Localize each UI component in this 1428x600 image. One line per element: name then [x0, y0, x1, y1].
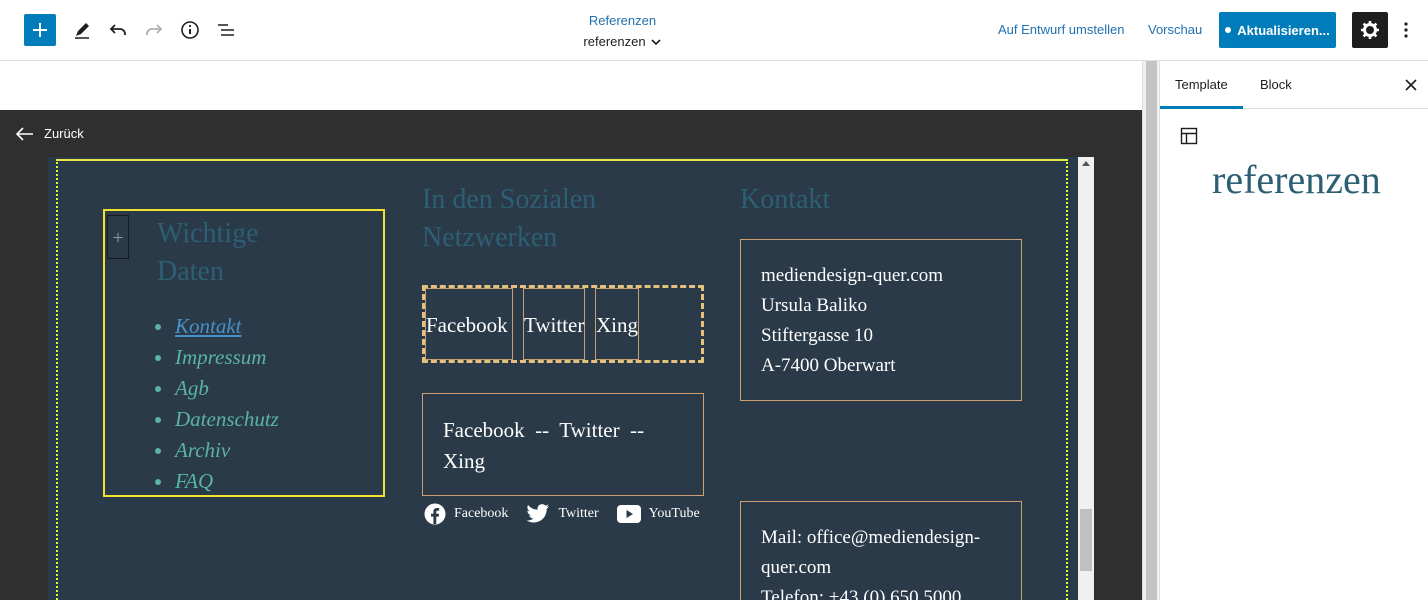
back-label: Zurück — [44, 126, 84, 141]
contact-line: Telefon: +43 (0) 650 5000 — [761, 587, 962, 600]
social-text-block[interactable]: Facebook -- Twitter -- Xing — [422, 393, 704, 496]
heading-line-1: In den Sozialen — [422, 184, 597, 215]
contact-line: quer.com — [761, 557, 832, 578]
heading-line-2: Daten — [157, 256, 224, 287]
frame-scrollbar-thumb[interactable] — [1080, 509, 1092, 571]
list-view-button[interactable] — [210, 14, 242, 46]
canvas-scrollbar[interactable] — [1142, 61, 1159, 600]
social-button-facebook[interactable]: Facebook — [425, 288, 513, 360]
plus-icon — [33, 23, 47, 37]
sidebar-tabs: Template Block — [1160, 61, 1428, 109]
close-icon — [1405, 79, 1417, 91]
canvas-top-area — [0, 61, 1142, 110]
list-view-icon — [218, 24, 234, 36]
gear-icon — [1361, 21, 1379, 39]
nav-item-datenschutz[interactable]: Datenschutz — [155, 404, 279, 435]
template-part-frame[interactable]: + Wichtige Daten Kontakt Impressum Agb D… — [48, 157, 1094, 600]
layout-icon — [1180, 127, 1198, 150]
nav-item-faq[interactable]: FAQ — [155, 466, 279, 497]
preview-button[interactable]: Vorschau — [1148, 22, 1202, 37]
more-options-button[interactable] — [1394, 14, 1418, 46]
social-button-twitter[interactable]: Twitter — [523, 288, 585, 360]
column-important-data[interactable]: + Wichtige Daten Kontakt Impressum Agb D… — [103, 209, 385, 497]
heading-contact[interactable]: Kontakt — [740, 181, 830, 219]
unsaved-dot-icon — [1225, 27, 1232, 33]
heading-line-1: Wichtige — [157, 218, 259, 249]
more-vertical-icon — [1404, 22, 1408, 38]
switch-to-draft-button[interactable]: Auf Entwurf umstellen — [998, 22, 1124, 37]
nav-item-impressum[interactable]: Impressum — [155, 342, 279, 373]
tools-button[interactable] — [66, 14, 98, 46]
scroll-up-arrow-icon[interactable] — [1082, 161, 1090, 166]
back-button[interactable]: Zurück — [16, 126, 84, 141]
template-name: referenzen — [1212, 157, 1381, 202]
close-sidebar-button[interactable] — [1399, 73, 1423, 97]
redo-icon — [146, 24, 163, 35]
frame-scrollbar[interactable] — [1078, 157, 1094, 600]
pencil-icon — [75, 23, 89, 39]
nav-item-archiv[interactable]: Archiv — [155, 435, 279, 466]
settings-sidebar: Template Block referenzen — [1159, 61, 1428, 600]
heading-social-networks[interactable]: In den Sozialen Netzwerken — [422, 181, 596, 257]
arrow-left-icon — [16, 126, 33, 141]
update-button[interactable]: Aktualisieren... — [1219, 12, 1336, 48]
tab-block[interactable]: Block — [1260, 61, 1292, 109]
editor-canvas: Zurück + Wichtige Daten Kontakt Impressu… — [0, 110, 1142, 600]
document-slug-label: referenzen — [583, 34, 646, 49]
social-link-twitter-label: Twitter — [558, 506, 599, 521]
undo-button[interactable] — [102, 14, 134, 46]
facebook-icon — [424, 503, 446, 525]
details-button[interactable] — [174, 14, 206, 46]
address-line: Ursula Baliko — [761, 295, 868, 316]
contact-block[interactable]: Mail: office@mediendesign- quer.com Tele… — [740, 501, 1022, 600]
info-icon — [181, 21, 199, 39]
youtube-icon — [616, 505, 641, 523]
social-text-line-1: Facebook -- Twitter -- — [443, 418, 645, 442]
social-text-line-2: Xing — [443, 449, 485, 473]
address-block[interactable]: mediendesign-quer.com Ursula Baliko Stif… — [740, 239, 1022, 401]
document-slug-dropdown[interactable]: referenzen — [583, 33, 661, 51]
add-block-button[interactable] — [24, 14, 56, 46]
settings-button[interactable] — [1352, 12, 1388, 48]
social-button-xing[interactable]: Xing — [595, 288, 639, 360]
block-inserter[interactable]: + — [107, 215, 129, 259]
redo-button[interactable] — [138, 14, 170, 46]
heading-important-data[interactable]: Wichtige Daten — [157, 215, 259, 291]
tab-template[interactable]: Template — [1160, 61, 1243, 109]
chevron-down-icon — [651, 39, 661, 46]
social-link-twitter[interactable]: Twitter — [526, 504, 599, 524]
editor-header: Referenzen referenzen Auf Entwurf umstel… — [0, 0, 1428, 61]
social-link-facebook[interactable]: Facebook — [424, 503, 508, 525]
nav-item-agb[interactable]: Agb — [155, 373, 279, 404]
social-buttons-group[interactable]: Facebook Twitter Xing — [422, 285, 704, 363]
document-title-label: Referenzen — [588, 13, 657, 28]
twitter-icon — [526, 504, 550, 523]
document-title[interactable]: Referenzen referenzen — [540, 13, 705, 51]
address-line: mediendesign-quer.com — [761, 265, 944, 286]
nav-item-kontakt[interactable]: Kontakt — [155, 311, 279, 342]
social-icons-block: Facebook Twitter YouTube — [424, 503, 700, 525]
canvas-scrollbar-thumb[interactable] — [1146, 61, 1157, 600]
heading-line-2: Netzwerken — [422, 222, 558, 253]
footer-nav-list: Kontakt Impressum Agb Datenschutz Archiv… — [155, 311, 279, 497]
undo-icon — [109, 24, 126, 35]
social-link-facebook-label: Facebook — [454, 506, 509, 521]
address-line: Stiftergasse 10 — [761, 325, 874, 346]
social-link-youtube[interactable]: YouTube — [616, 505, 700, 523]
address-line: A-7400 Oberwart — [761, 355, 896, 376]
update-button-label: Aktualisieren... — [1237, 22, 1330, 38]
social-link-youtube-label: YouTube — [648, 506, 700, 521]
contact-line: Mail: office@mediendesign- — [761, 527, 981, 548]
